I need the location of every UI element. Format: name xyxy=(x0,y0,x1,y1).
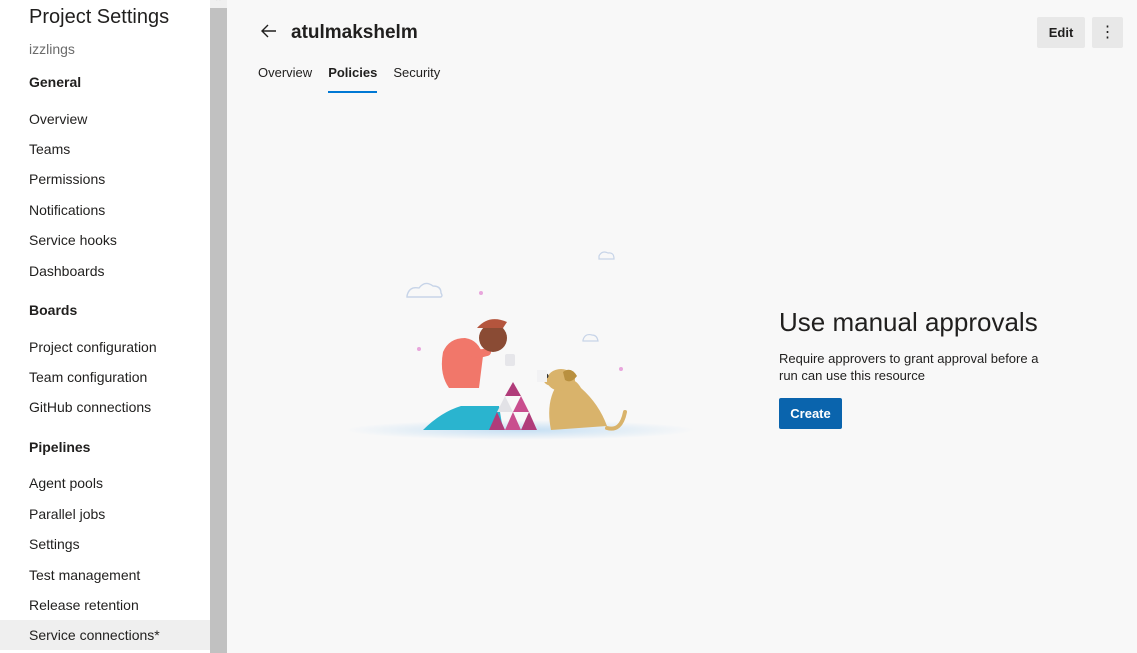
tab-bar: Overview Policies Security xyxy=(258,63,456,95)
sidebar-item-test-management[interactable]: Test management xyxy=(0,560,210,590)
section-pipelines: Pipelines xyxy=(29,439,91,455)
sidebar-item-notifications[interactable]: Notifications xyxy=(0,195,210,225)
sidebar-org-name: izzlings xyxy=(29,41,75,57)
tab-overview[interactable]: Overview xyxy=(258,63,312,93)
tab-policies[interactable]: Policies xyxy=(328,63,378,93)
scroll-up-icon[interactable]: ⌃ xyxy=(210,0,227,8)
sidebar-item-team-configuration[interactable]: Team configuration xyxy=(0,362,210,392)
empty-state-illustration xyxy=(345,251,695,440)
sidebar-item-github-connections[interactable]: GitHub connections xyxy=(0,392,210,422)
section-boards: Boards xyxy=(29,302,78,318)
sidebar-item-project-configuration[interactable]: Project configuration xyxy=(0,332,210,362)
section-general: General xyxy=(29,74,82,90)
sidebar-scrollbar[interactable]: ⌃ xyxy=(210,0,227,653)
sidebar-item-settings[interactable]: Settings xyxy=(0,529,210,559)
sidebar-item-overview[interactable]: Overview xyxy=(0,104,210,134)
more-vertical-icon[interactable]: ⋮ xyxy=(1092,17,1123,48)
main-content: atulmakshelm Edit ⋮ Overview Policies Secu… xyxy=(227,0,1137,653)
sidebar-title: Project Settings xyxy=(29,6,170,28)
arrow-left-icon[interactable] xyxy=(258,20,280,42)
empty-state-description: Require approvers to grant approval befo… xyxy=(779,351,1039,383)
sidebar-item-service-hooks[interactable]: Service hooks xyxy=(0,225,210,255)
tab-security[interactable]: Security xyxy=(393,63,440,93)
sidebar-item-service-connections[interactable]: Service connections* xyxy=(0,620,210,650)
sidebar-item-permissions[interactable]: Permissions xyxy=(0,164,210,194)
create-button[interactable]: Create xyxy=(779,398,842,429)
empty-state-title: Use manual approvals xyxy=(779,307,1038,337)
sidebar-item-dashboards[interactable]: Dashboards xyxy=(0,256,210,286)
sidebar-item-agent-pools[interactable]: Agent pools xyxy=(0,468,210,498)
edit-button[interactable]: Edit xyxy=(1037,17,1085,48)
sidebar: Project Settings izzlings General Overvi… xyxy=(0,0,210,653)
sidebar-item-parallel-jobs[interactable]: Parallel jobs xyxy=(0,499,210,529)
page-title: atulmakshelm xyxy=(291,22,418,43)
sidebar-item-teams[interactable]: Teams xyxy=(0,134,210,164)
sidebar-item-release-retention[interactable]: Release retention xyxy=(0,590,210,620)
